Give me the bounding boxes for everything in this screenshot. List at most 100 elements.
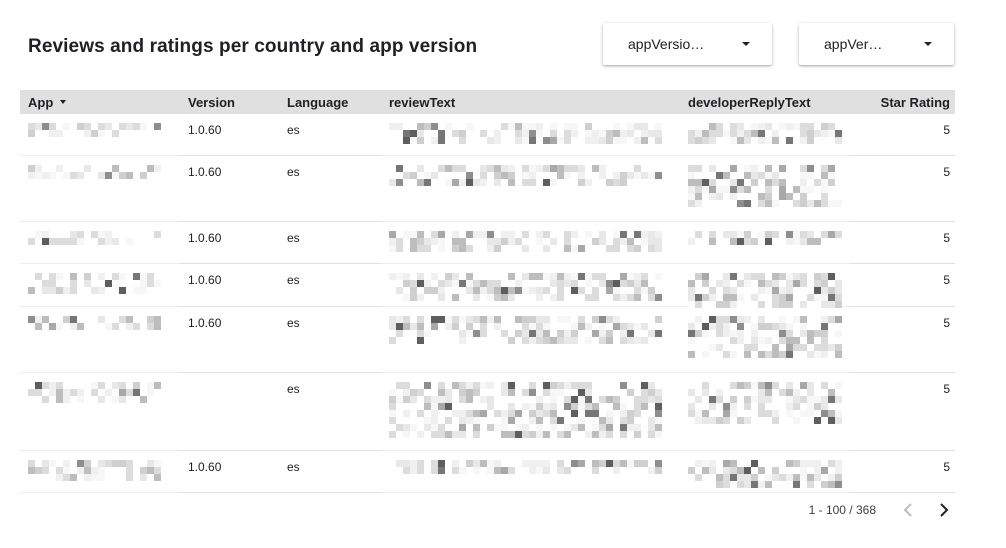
cell-language-text: es [287, 382, 300, 396]
cell-language-text: es [287, 123, 300, 137]
chevron-right-icon[interactable] [934, 500, 954, 520]
redacted-text [28, 460, 161, 481]
cell-developer-reply [680, 264, 850, 308]
cell-star-rating-text: 5 [943, 231, 950, 245]
redacted-text [688, 273, 842, 308]
cell-developer-reply [680, 373, 850, 451]
cell-language-text: es [287, 231, 300, 245]
cell-star-rating: 5 [850, 373, 955, 451]
cell-language-text: es [287, 165, 300, 179]
cell-review-text [381, 264, 680, 307]
table-row[interactable]: 1.0.60 es 5 [20, 451, 955, 493]
redacted-text [688, 165, 842, 207]
redacted-text [389, 273, 662, 301]
cell-review-text [381, 451, 680, 493]
table-row[interactable]: 1.0.60 es 5 [20, 156, 955, 222]
cell-version: 1.0.60 [180, 156, 279, 222]
cell-star-rating-text: 5 [943, 273, 950, 287]
cell-star-rating: 5 [850, 222, 955, 264]
cell-star-rating: 5 [850, 451, 955, 493]
cell-version-text: 1.0.60 [188, 316, 222, 330]
cell-developer-reply [680, 307, 850, 373]
redacted-text [688, 382, 842, 424]
cell-review-text [381, 156, 680, 222]
cell-star-rating: 5 [850, 114, 955, 156]
redacted-text [389, 231, 662, 252]
cell-version [180, 373, 279, 451]
cell-version-text: 1.0.60 [188, 273, 222, 287]
column-header-language[interactable]: Language [279, 90, 381, 114]
cell-developer-reply [680, 114, 850, 156]
redacted-text [389, 382, 662, 438]
cell-developer-reply [680, 451, 850, 493]
cell-developer-reply [680, 222, 850, 264]
redacted-text [688, 460, 842, 488]
cell-review-text [381, 307, 680, 373]
cell-language: es [279, 373, 381, 451]
cell-language: es [279, 264, 381, 307]
redacted-text [389, 460, 662, 474]
cell-star-rating-text: 5 [943, 382, 950, 396]
table-body: 1.0.60 es 5 1.0.60 es 5 1.0.60 es 5 1.0.60 es 5 1.0.… [20, 114, 955, 493]
chevron-left-icon[interactable] [898, 500, 918, 520]
redacted-text [28, 382, 161, 403]
cell-language-text: es [287, 460, 300, 474]
app-version-filter-dropdown-2[interactable]: appVer… [799, 23, 954, 65]
column-header-review-text[interactable]: reviewText [381, 90, 680, 114]
cell-star-rating: 5 [850, 156, 955, 222]
redacted-text [28, 165, 161, 179]
cell-version-text: 1.0.60 [188, 460, 222, 474]
redacted-text [389, 123, 662, 144]
pagination-range: 1 - 100 / 368 [808, 503, 876, 517]
report-title: Reviews and ratings per country and app … [28, 36, 478, 57]
reviews-table: App Version Language reviewText develope… [20, 90, 955, 493]
cell-version: 1.0.60 [180, 307, 279, 373]
cell-app [20, 156, 180, 222]
cell-star-rating: 5 [850, 307, 955, 373]
report-page: Reviews and ratings per country and app … [0, 0, 1006, 548]
redacted-text [28, 273, 161, 294]
cell-language-text: es [287, 273, 300, 287]
redacted-text [688, 316, 842, 358]
cell-star-rating-text: 5 [943, 123, 950, 137]
redacted-text [28, 316, 161, 330]
cell-developer-reply [680, 156, 850, 222]
redacted-text [688, 123, 842, 144]
table-row[interactable]: 1.0.60 es 5 [20, 307, 955, 373]
cell-star-rating-text: 5 [943, 316, 950, 330]
sort-desc-icon[interactable] [60, 100, 67, 104]
cell-version-text: 1.0.60 [188, 231, 222, 245]
dropdown-arrow-icon [924, 42, 932, 46]
redacted-text [389, 316, 662, 344]
cell-review-text [381, 222, 680, 264]
cell-star-rating-text: 5 [943, 165, 950, 179]
cell-language: es [279, 114, 381, 156]
table-row[interactable]: 1.0.60 es 5 [20, 114, 955, 156]
cell-version: 1.0.60 [180, 451, 279, 493]
filter-label: appVer… [824, 36, 883, 52]
column-header-version[interactable]: Version [180, 90, 279, 114]
table-row[interactable]: 1.0.60 es 5 [20, 222, 955, 264]
cell-app [20, 451, 180, 493]
cell-app [20, 373, 180, 451]
table-row[interactable]: es 5 [20, 373, 955, 451]
dropdown-arrow-icon [742, 42, 750, 46]
column-header-developer-reply[interactable]: developerReplyText [680, 90, 850, 114]
column-header-app[interactable]: App [20, 90, 180, 114]
cell-version: 1.0.60 [180, 114, 279, 156]
table-header: App Version Language reviewText develope… [20, 90, 955, 114]
redacted-text [389, 165, 662, 186]
cell-language: es [279, 222, 381, 264]
column-header-star-rating[interactable]: Star Rating [850, 90, 955, 114]
cell-language: es [279, 156, 381, 222]
cell-language: es [279, 307, 381, 373]
cell-version-text: 1.0.60 [188, 123, 222, 137]
cell-review-text [381, 114, 680, 156]
cell-version: 1.0.60 [180, 264, 279, 307]
pagination: 1 - 100 / 368 [809, 500, 954, 520]
redacted-text [28, 123, 161, 137]
cell-star-rating-text: 5 [943, 460, 950, 474]
app-version-filter-dropdown[interactable]: appVersio… [603, 23, 772, 65]
cell-app [20, 307, 180, 373]
table-row[interactable]: 1.0.60 es 5 [20, 264, 955, 308]
